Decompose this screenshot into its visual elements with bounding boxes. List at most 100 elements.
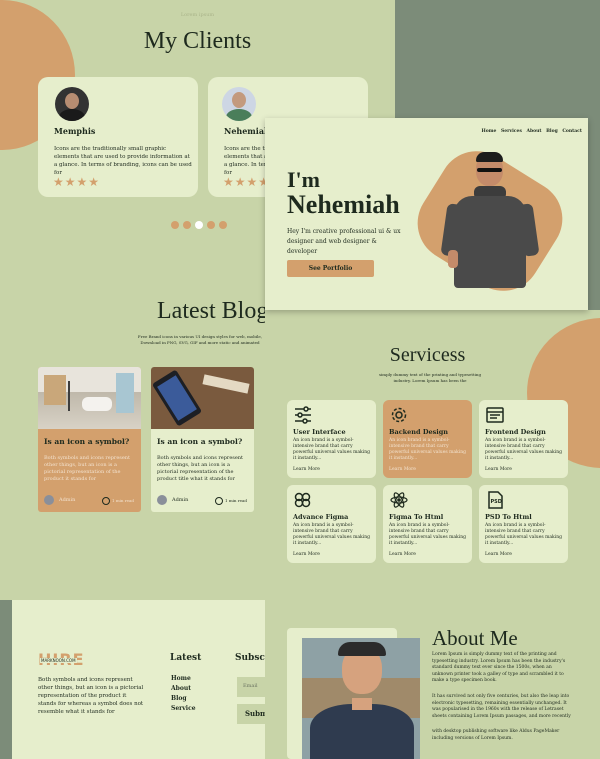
- email-field[interactable]: Email: [237, 677, 265, 697]
- blog-post-title[interactable]: Is an icon a symbol?: [44, 437, 129, 446]
- carousel-dot[interactable]: [171, 221, 179, 229]
- service-desc: An icon brand is a symbol-intensive bran…: [485, 523, 563, 546]
- service-title: Frontend Design: [485, 428, 546, 436]
- see-portfolio-button[interactable]: See Portfolio: [287, 260, 374, 277]
- blog-post-excerpt: Both symbols and icons represent other t…: [157, 455, 244, 482]
- blog-image: [151, 367, 254, 429]
- testimonial-card: Memphis Icons are the traditionally smal…: [38, 77, 198, 197]
- footer-link-service[interactable]: Service: [171, 704, 196, 714]
- clock-icon: [102, 497, 110, 505]
- client-name: Nehemiah: [224, 126, 270, 136]
- service-desc: An icon brand is a symbol-intensive bran…: [485, 438, 563, 461]
- carousel-dots: [171, 214, 227, 233]
- star-rating: ★★★★: [53, 175, 101, 189]
- about-paragraph: Lorem Ipsum is simply dummy text of the …: [432, 652, 566, 683]
- read-time: 1 min read: [225, 498, 247, 503]
- nav-services[interactable]: Services: [501, 129, 522, 134]
- learn-more-link[interactable]: Learn More: [293, 551, 320, 558]
- footer-about: Both symbols and icons represent other t…: [38, 677, 144, 715]
- read-time: 1 min read: [112, 498, 134, 503]
- client-quote: Icons are the traditionally small graphi…: [54, 146, 192, 176]
- blog-section: Latest Blog Free Brand icons in various …: [0, 270, 285, 600]
- nav-menu: Home Services About Blog Contact: [479, 129, 583, 134]
- learn-more-link[interactable]: Learn More: [485, 551, 512, 558]
- carousel-dot-active[interactable]: [195, 221, 203, 229]
- atom-icon: [390, 492, 408, 508]
- service-desc: An icon brand is a symbol-intensive bran…: [293, 523, 371, 546]
- learn-more-link[interactable]: Learn More: [485, 466, 512, 473]
- browser-icon: [486, 407, 504, 423]
- hero-subtitle: Hey I'm creative professional ui & ux de…: [287, 228, 401, 255]
- footer-link-blog[interactable]: Blog: [171, 694, 196, 704]
- gear-icon: [391, 407, 407, 423]
- service-title: Backend Design: [389, 428, 449, 436]
- service-desc: An icon brand is a symbol-intensive bran…: [293, 438, 371, 461]
- service-title: PSD To Html: [485, 513, 532, 521]
- section-eyebrow: Lorem ipsum: [180, 12, 215, 18]
- section-title: About Me: [432, 626, 518, 650]
- see-portfolio-label: See Portfolio: [308, 265, 353, 272]
- about-paragraph: It has survived not only five centuries,…: [432, 694, 571, 719]
- star-rating: ★★★★: [223, 175, 271, 189]
- service-desc: An icon brand is a symbol-intensive bran…: [389, 438, 467, 461]
- service-title: Figma To Html: [389, 513, 444, 521]
- client-name: Memphis: [54, 126, 96, 136]
- nav-home[interactable]: Home: [482, 129, 497, 134]
- learn-more-link[interactable]: Learn More: [389, 466, 416, 473]
- avatar: [44, 495, 54, 505]
- service-card-user-interface[interactable]: User Interface An icon brand is a symbol…: [287, 400, 376, 478]
- nav-contact[interactable]: Contact: [562, 129, 582, 134]
- post-author: Admin: [59, 497, 76, 503]
- hero-portrait: [440, 152, 540, 288]
- footer-link-about[interactable]: About: [171, 684, 196, 694]
- blog-image: [38, 367, 141, 429]
- psd-file-icon: PSD: [488, 491, 503, 509]
- footer-link-home[interactable]: Home: [171, 674, 196, 684]
- section-title: My Clients: [143, 28, 252, 54]
- service-desc: An icon brand is a symbol-intensive bran…: [389, 523, 467, 546]
- service-card-psd-to-html[interactable]: PSD PSD To Html An icon brand is a symbo…: [479, 485, 568, 563]
- subscribe-heading: Subscribe: [235, 653, 265, 663]
- service-card-figma-to-html[interactable]: Figma To Html An icon brand is a symbol-…: [383, 485, 472, 563]
- avatar: [157, 495, 167, 505]
- about-photo-frame: [287, 628, 420, 759]
- nav-about[interactable]: About: [527, 129, 542, 134]
- carousel-dot[interactable]: [183, 221, 191, 229]
- service-title: User Interface: [293, 428, 346, 436]
- carousel-dot[interactable]: [207, 221, 215, 229]
- latest-heading: Latest: [170, 653, 202, 663]
- services-section: Servicess simply dummy text of the print…: [265, 310, 600, 600]
- nav-blog[interactable]: Blog: [546, 129, 558, 134]
- service-card-backend-design[interactable]: Backend Design An icon brand is a symbol…: [383, 400, 472, 478]
- about-paragraph: with desktop publishing software like Al…: [432, 729, 560, 741]
- section-title: Servicess: [389, 344, 466, 366]
- logo[interactable]: HIRE MARKNOON.COM: [38, 652, 85, 668]
- service-card-frontend-design[interactable]: Frontend Design An icon brand is a symbo…: [479, 400, 568, 478]
- hero-section: Home Services About Blog Contact I'm Neh…: [265, 118, 588, 310]
- service-title: Advance Figma: [293, 513, 349, 521]
- learn-more-link[interactable]: Learn More: [293, 466, 320, 473]
- learn-more-link[interactable]: Learn More: [389, 551, 416, 558]
- avatar: [222, 87, 256, 121]
- service-card-advance-figma[interactable]: Advance Figma An icon brand is a symbol-…: [287, 485, 376, 563]
- about-section: About Me Lorem Ipsum is simply dummy tex…: [265, 600, 600, 759]
- submit-label: Submit: [245, 709, 265, 718]
- blog-post-title[interactable]: Is an icon a symbol?: [157, 437, 242, 446]
- email-placeholder: Email: [243, 683, 258, 689]
- section-subtitle: Free Brand icons in various UI design st…: [137, 334, 263, 345]
- hero-name: Nehemiah: [287, 190, 400, 219]
- section-title: Latest Blog: [157, 298, 269, 324]
- blog-card[interactable]: Is an icon a symbol? Both symbols and ic…: [38, 367, 141, 512]
- blog-post-excerpt: Both symbols and icons represent other t…: [44, 455, 131, 482]
- carousel-dot[interactable]: [219, 221, 227, 229]
- footer-section: HIRE MARKNOON.COM Both symbols and icons…: [12, 600, 265, 759]
- avatar: [55, 87, 89, 121]
- logo-site: MARKNOON.COM: [40, 658, 77, 663]
- footer-links: Home About Blog Service: [171, 674, 196, 714]
- blog-card[interactable]: Is an icon a symbol? Both symbols and ic…: [151, 367, 254, 512]
- about-photo: [302, 638, 420, 759]
- submit-button[interactable]: Submit: [237, 704, 265, 724]
- clock-icon: [215, 497, 223, 505]
- figma-icon: [294, 492, 311, 508]
- post-author: Admin: [172, 497, 189, 503]
